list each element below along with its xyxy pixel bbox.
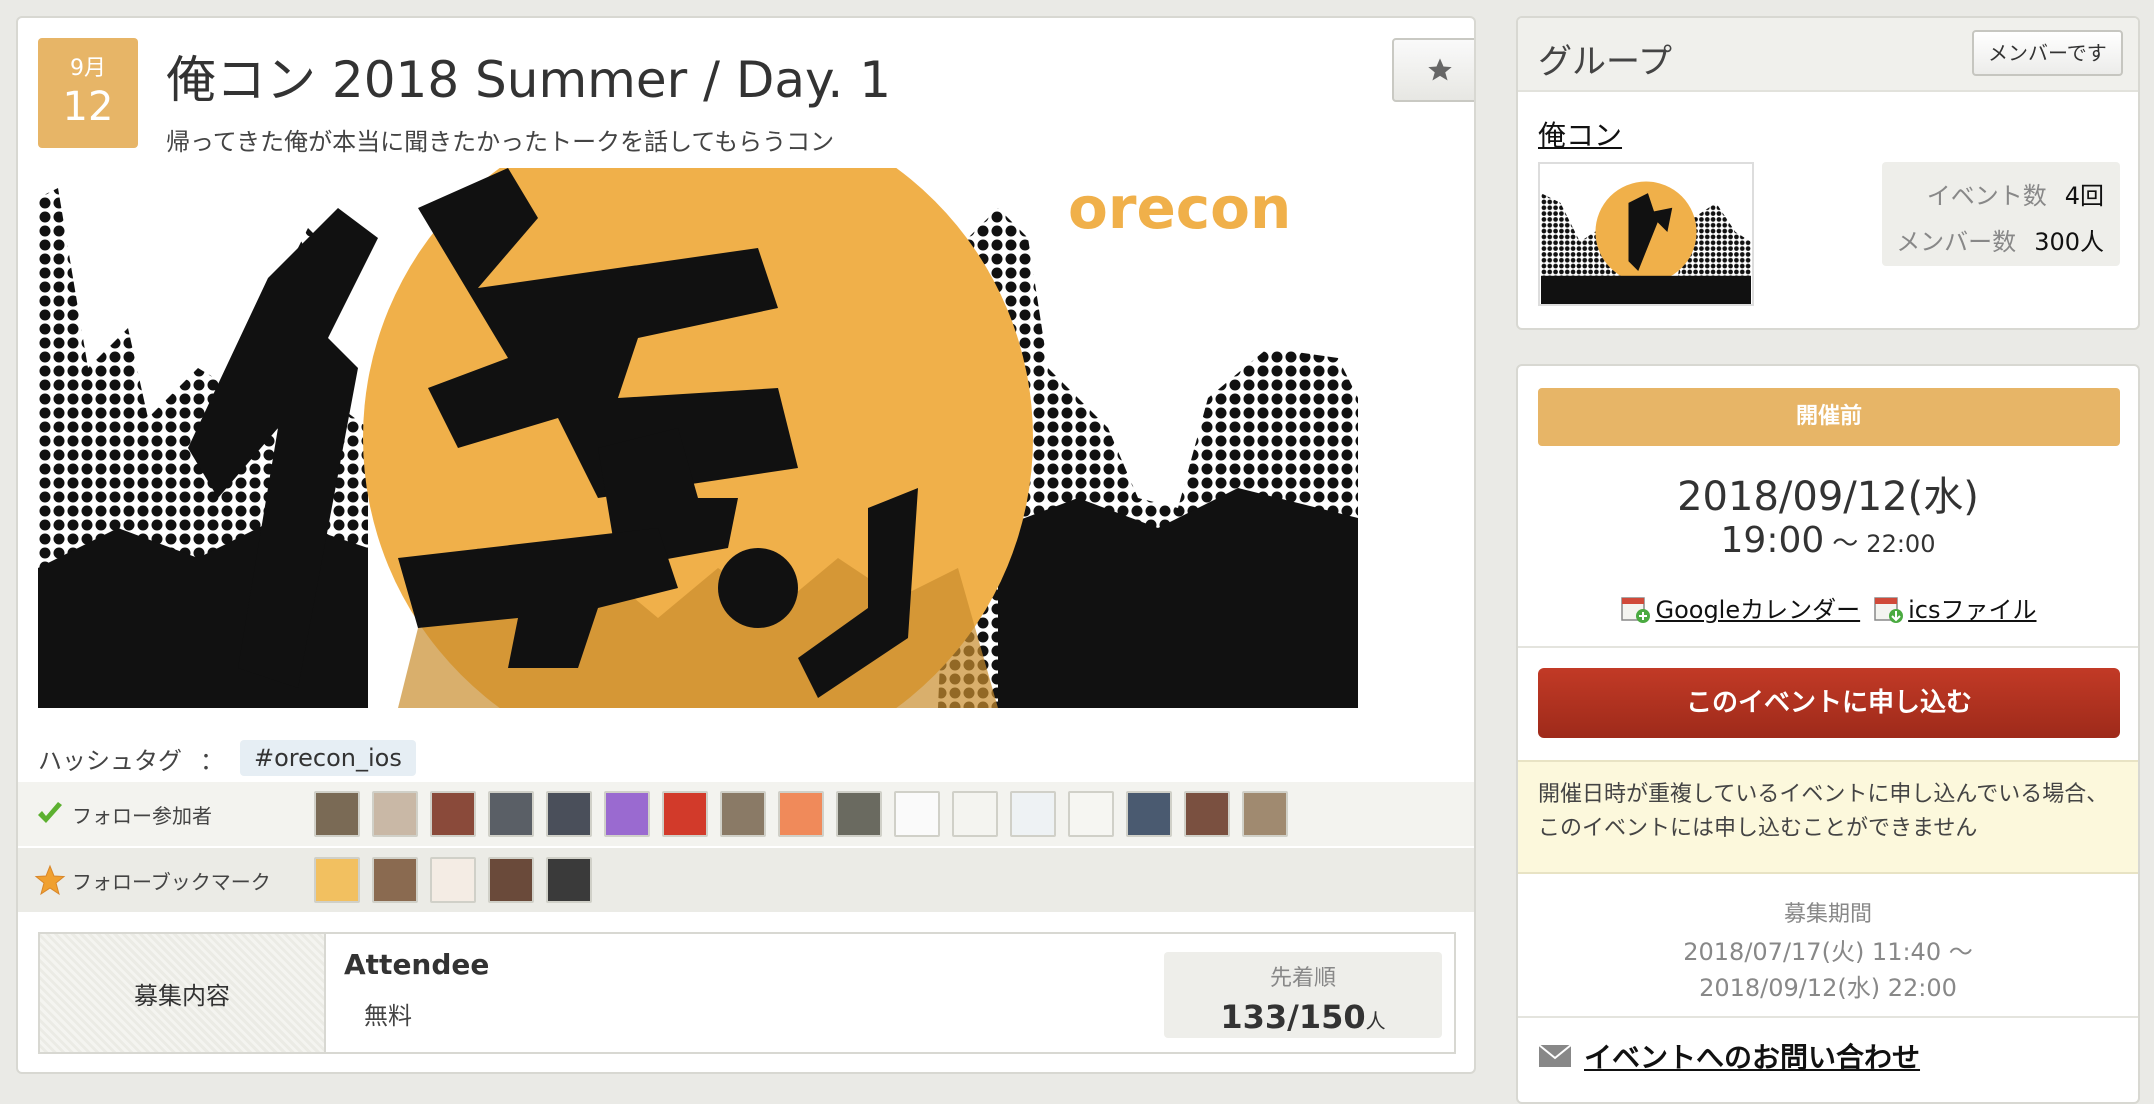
bookmark-avatar[interactable]: [314, 857, 360, 903]
attendee-avatar[interactable]: [1242, 791, 1288, 837]
ticket-name: Attendee: [344, 948, 490, 981]
recruit-label: 募集内容: [40, 934, 326, 1052]
follow-bookmarks-label: フォローブックマーク: [18, 864, 314, 896]
google-calendar-link[interactable]: Googleカレンダー: [1619, 590, 1860, 625]
follow-attendees-label: フォロー参加者: [18, 798, 314, 830]
follow-attendees-text: フォロー参加者: [72, 803, 212, 828]
group-card-header: グループ メンバーです: [1518, 18, 2138, 92]
orange-star-icon: [34, 864, 66, 896]
bookmark-avatars: [314, 857, 604, 903]
event-count-link[interactable]: 4回: [2065, 182, 2104, 210]
ics-file-link[interactable]: icsファイル: [1872, 590, 2037, 625]
member-count-row: メンバー数 300人: [1896, 222, 2104, 257]
participant-count: 133/150人: [1164, 998, 1442, 1036]
recruit-period-label: 募集期間: [1783, 902, 1872, 927]
attendee-avatar[interactable]: [488, 791, 534, 837]
bookmark-avatar[interactable]: [546, 857, 592, 903]
divider: [1518, 646, 2138, 648]
attendee-avatar[interactable]: [314, 791, 360, 837]
calendar-download-icon: [1874, 596, 1904, 623]
apply-button[interactable]: このイベントに申し込む: [1538, 668, 2120, 738]
hashtag-pill[interactable]: #orecon_ios: [240, 740, 416, 776]
google-calendar-text: Googleカレンダー: [1655, 596, 1861, 624]
checkmark-icon: [38, 802, 62, 823]
group-card-title: グループ: [1538, 42, 1672, 82]
date-day: 12: [62, 84, 114, 130]
event-start-time: 19:00: [1720, 520, 1825, 561]
attendee-avatar[interactable]: [836, 791, 882, 837]
time-tilde: 〜: [1832, 529, 1859, 559]
participant-count-box: 先着順 133/150人: [1164, 952, 1442, 1038]
duplicate-notice: 開催日時が重複しているイベントに申し込んでいる場合、このイベントには申し込むこと…: [1518, 760, 2138, 874]
group-card: グループ メンバーです 俺コン イベント数 4回 メンバー数 300人: [1516, 16, 2140, 330]
attendee-avatar[interactable]: [430, 791, 476, 837]
bookmark-avatar[interactable]: [430, 857, 476, 903]
status-badge: 開催前: [1538, 388, 2120, 446]
member-count-label: メンバー数: [1896, 228, 2017, 256]
follow-bookmarks-row: フォローブックマーク: [18, 848, 1474, 912]
follow-attendees-row: フォロー参加者: [18, 782, 1474, 846]
contact-row: イベントへのお問い合わせ: [1538, 1036, 1920, 1076]
star-icon: [1428, 58, 1452, 81]
bookmark-button[interactable]: [1392, 38, 1474, 102]
attendee-avatar[interactable]: [546, 791, 592, 837]
hashtag-row: ハッシュタグ ： #orecon_ios: [38, 740, 416, 776]
attendee-avatar[interactable]: [1184, 791, 1230, 837]
event-main-card: 9月 12 俺コン 2018 Summer / Day. 1 帰ってきた俺が本当…: [16, 16, 1476, 1074]
recruit-table: 募集内容 Attendee 無料 先着順 133/150人: [38, 932, 1456, 1054]
event-subtitle: 帰ってきた俺が本当に聞きたかったトークを話してもらうコン: [166, 128, 835, 156]
participant-count-value: 133/150: [1220, 998, 1366, 1036]
bookmark-avatar[interactable]: [488, 857, 534, 903]
attendee-avatar[interactable]: [720, 791, 766, 837]
follow-bookmarks-text: フォローブックマーク: [72, 869, 271, 894]
event-banner-image: orecon: [38, 168, 1358, 708]
ics-file-text: icsファイル: [1908, 596, 2037, 624]
calendar-links: Googleカレンダー icsファイル: [1518, 590, 2138, 625]
bookmark-avatar[interactable]: [372, 857, 418, 903]
attendee-avatar[interactable]: [778, 791, 824, 837]
order-type-label: 先着順: [1269, 966, 1336, 991]
event-count-label: イベント数: [1926, 182, 2047, 210]
member-count-link[interactable]: 300人: [2034, 228, 2104, 256]
calendar-add-icon: [1621, 596, 1651, 623]
attendee-avatar[interactable]: [372, 791, 418, 837]
event-title: 俺コン 2018 Summer / Day. 1: [166, 51, 892, 109]
hashtag-label: ハッシュタグ: [38, 746, 182, 775]
member-status-button[interactable]: メンバーです: [1972, 30, 2123, 76]
attendee-avatar[interactable]: [952, 791, 998, 837]
group-thumbnail[interactable]: [1538, 162, 1754, 306]
hashtag-separator: ：: [200, 746, 224, 775]
date-badge: 9月 12: [38, 38, 138, 148]
attendee-avatar[interactable]: [604, 791, 650, 837]
attendee-avatar[interactable]: [1068, 791, 1114, 837]
divider: [1518, 1016, 2138, 1018]
participant-unit: 人: [1365, 1009, 1386, 1033]
attendee-avatar[interactable]: [1010, 791, 1056, 837]
event-end-time: 22:00: [1866, 530, 1936, 558]
ticket-price: 無料: [364, 1002, 412, 1030]
attendee-avatar[interactable]: [894, 791, 940, 837]
group-name-link[interactable]: 俺コン: [1538, 114, 1622, 154]
attendee-avatar[interactable]: [1126, 791, 1172, 837]
event-count-row: イベント数 4回: [1927, 176, 2104, 211]
recruit-period-start: 2018/07/17(火) 11:40 〜: [1683, 938, 1973, 966]
group-stats: イベント数 4回 メンバー数 300人: [1882, 162, 2120, 266]
event-info-card: 開催前 2018/09/12(水) 19:00 〜 22:00 Googleカレンダ…: [1516, 364, 2140, 1104]
banner-wordmark: orecon: [1068, 174, 1291, 242]
attendee-avatars: [314, 791, 1300, 837]
contact-link[interactable]: イベントへのお問い合わせ: [1584, 1036, 1920, 1076]
attendee-avatar[interactable]: [662, 791, 708, 837]
date-month: 9月: [70, 56, 106, 81]
mail-icon: [1538, 1044, 1572, 1067]
event-date: 2018/09/12(水): [1677, 474, 1979, 520]
recruit-period-end: 2018/09/12(水) 22:00: [1699, 974, 1957, 1002]
event-time: 19:00 〜 22:00: [1518, 520, 2138, 561]
